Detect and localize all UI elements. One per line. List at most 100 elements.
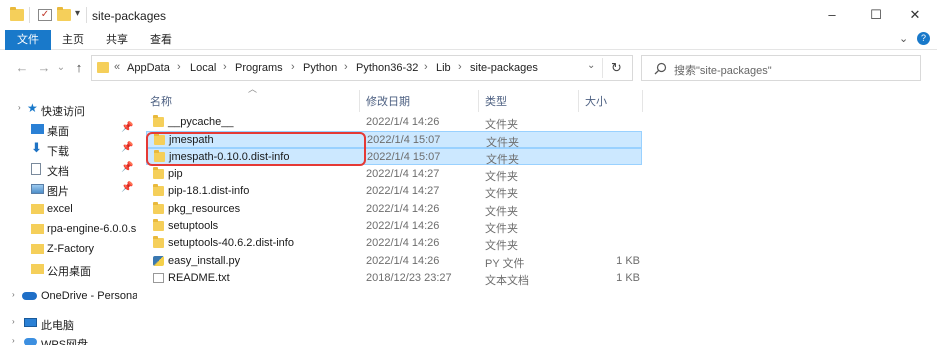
folder-icon — [153, 236, 164, 248]
file-row-setuptools[interactable]: setuptools 2022/1/4 14:26 文件夹 — [146, 218, 642, 235]
properties-icon[interactable]: ✓ — [38, 9, 52, 21]
recent-locations-button[interactable]: ⌄ — [53, 60, 69, 76]
file-date: 2022/1/4 14:26 — [366, 116, 440, 128]
tab-view[interactable]: 查看 — [140, 30, 182, 50]
search-input[interactable]: 搜索"site-packages" — [674, 62, 772, 78]
breadcrumb-site-packages[interactable]: site-packages — [470, 62, 538, 74]
up-button[interactable]: ↑ — [71, 60, 87, 76]
breadcrumb-python[interactable]: Python — [303, 62, 337, 74]
column-divider[interactable] — [359, 90, 360, 112]
help-icon[interactable]: ? — [917, 32, 930, 45]
sidebar-item-onedrive[interactable]: › OneDrive - Persona — [0, 287, 137, 306]
file-type: 文件夹 — [485, 240, 518, 252]
column-header-name[interactable]: 名称 — [150, 93, 172, 113]
file-row-easy-install[interactable]: easy_install.py 2022/1/4 14:26 PY 文件 1 K… — [146, 253, 642, 270]
breadcrumb-programs[interactable]: Programs — [235, 62, 283, 74]
breadcrumb-separator[interactable]: › — [177, 61, 181, 73]
divider — [602, 58, 603, 78]
address-dropdown-icon[interactable]: ⌄ — [587, 60, 595, 71]
refresh-button[interactable]: ↻ — [611, 60, 622, 76]
back-button[interactable]: ← — [14, 60, 30, 76]
file-name: pip-18.1.dist-info — [168, 185, 250, 197]
breadcrumb-lib[interactable]: Lib — [436, 62, 451, 74]
divider — [86, 7, 87, 23]
file-date: 2022/1/4 15:07 — [367, 151, 441, 163]
file-type: PY 文件 — [485, 258, 525, 270]
column-divider[interactable] — [578, 90, 579, 112]
sidebar-item-wps-drive[interactable]: › WPS网盘 — [0, 333, 137, 345]
file-row-pip[interactable]: pip 2022/1/4 14:27 文件夹 — [146, 166, 642, 183]
file-type: 文件夹 — [486, 154, 519, 166]
sidebar-item-label: 下载 — [47, 146, 69, 158]
file-row-pip-dist-info[interactable]: pip-18.1.dist-info 2022/1/4 14:27 文件夹 — [146, 183, 642, 200]
python-file-icon — [153, 256, 164, 266]
file-name: __pycache__ — [168, 116, 234, 128]
sidebar-item-pictures[interactable]: 图片 📌 — [0, 180, 137, 199]
sidebar-item-quick-access[interactable]: › ★ 快速访问 — [0, 100, 137, 119]
folder-icon — [153, 167, 164, 179]
pin-icon: 📌 — [121, 162, 134, 173]
maximize-button[interactable]: ☐ — [862, 5, 890, 25]
pin-icon: 📌 — [121, 122, 134, 133]
minimize-button[interactable]: – — [818, 5, 846, 25]
file-type: 文件夹 — [485, 171, 518, 183]
sidebar-item-rpa-engine[interactable]: rpa-engine-6.0.0.s — [0, 220, 137, 239]
breadcrumb-separator[interactable]: › — [424, 61, 428, 73]
chevron-right-icon[interactable]: › — [12, 290, 15, 299]
sidebar-item-label: 此电脑 — [41, 320, 74, 332]
file-name: pip — [168, 168, 183, 180]
file-date: 2022/1/4 14:27 — [366, 168, 440, 180]
search-box[interactable]: 搜索"site-packages" — [641, 55, 921, 81]
column-header-date[interactable]: 修改日期 — [366, 93, 410, 113]
breadcrumb-separator[interactable]: › — [458, 61, 462, 73]
breadcrumb-local[interactable]: Local — [190, 62, 216, 74]
close-button[interactable]: ✕ — [901, 5, 929, 25]
folder-icon — [31, 224, 44, 234]
file-row-pycache[interactable]: __pycache__ 2022/1/4 14:26 文件夹 — [146, 114, 642, 131]
folder-icon — [153, 202, 164, 214]
column-divider[interactable] — [478, 90, 479, 112]
folder-icon — [153, 184, 164, 196]
breadcrumb-separator[interactable]: › — [223, 61, 227, 73]
sidebar-item-documents[interactable]: 文档 📌 — [0, 160, 137, 179]
file-row-pkg-resources[interactable]: pkg_resources 2022/1/4 14:26 文件夹 — [146, 201, 642, 218]
expand-ribbon-icon[interactable]: ⌄ — [899, 32, 908, 45]
sidebar-item-z-factory[interactable]: Z-Factory — [0, 240, 137, 259]
ribbon: 文件 主页 共享 查看 ⌄ ? — [0, 30, 937, 50]
forward-button[interactable]: → — [36, 60, 52, 76]
breadcrumb-python36-32[interactable]: Python36-32 — [356, 62, 418, 74]
file-type: 文件夹 — [485, 119, 518, 131]
file-type: 文件夹 — [485, 206, 518, 218]
file-row-setuptools-dist-info[interactable]: setuptools-40.6.2.dist-info 2022/1/4 14:… — [146, 235, 642, 252]
breadcrumb-appdata[interactable]: AppData — [127, 62, 170, 74]
sidebar-item-desktop[interactable]: 桌面 📌 — [0, 120, 137, 139]
customize-toolbar-icon[interactable]: ▾ — [75, 8, 80, 19]
navigation-pane: › ★ 快速访问 桌面 📌 ⬇ 下载 📌 文档 📌 图片 📌 excel rpa… — [0, 90, 137, 345]
file-name: README.txt — [168, 272, 230, 284]
breadcrumb-separator[interactable]: › — [344, 61, 348, 73]
sidebar-item-public-desktop[interactable]: 公用桌面 — [0, 260, 137, 279]
folder-icon — [97, 62, 109, 73]
sidebar-item-this-pc[interactable]: › 此电脑 — [0, 314, 137, 333]
star-icon: ★ — [27, 101, 38, 115]
chevron-right-icon[interactable]: › — [12, 317, 15, 326]
chevron-right-icon[interactable]: › — [12, 336, 15, 345]
breadcrumb-separator[interactable]: › — [291, 61, 295, 73]
tab-home[interactable]: 主页 — [52, 30, 94, 50]
tab-file[interactable]: 文件 — [5, 30, 51, 50]
overflow-chevron-icon[interactable]: « — [114, 61, 120, 73]
chevron-down-icon[interactable]: › — [18, 103, 21, 112]
address-bar[interactable]: « AppData › Local › Programs › Python › … — [91, 55, 633, 81]
file-row-readme[interactable]: README.txt 2018/12/23 23:27 文本文档 1 KB — [146, 270, 642, 287]
computer-icon — [24, 318, 37, 327]
new-folder-icon[interactable] — [57, 7, 71, 21]
tab-share[interactable]: 共享 — [96, 30, 138, 50]
sidebar-item-label: OneDrive - Persona — [41, 290, 137, 302]
sidebar-item-downloads[interactable]: ⬇ 下载 📌 — [0, 140, 137, 159]
column-divider[interactable] — [642, 90, 643, 112]
text-file-icon — [153, 273, 164, 283]
column-header-type[interactable]: 类型 — [485, 93, 507, 113]
column-header-size[interactable]: 大小 — [585, 93, 607, 113]
sidebar-item-label: 公用桌面 — [47, 266, 91, 278]
sidebar-item-excel[interactable]: excel — [0, 200, 137, 219]
